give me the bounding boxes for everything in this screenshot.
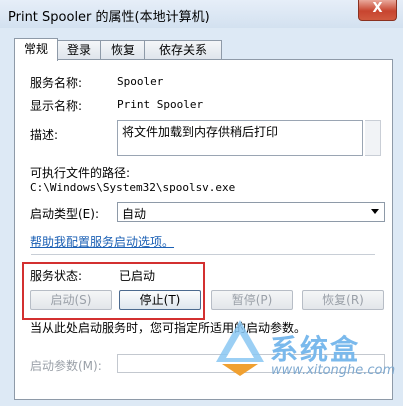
service-status-value: 已启动 <box>119 269 156 283</box>
watermark-name: 系统盒 <box>270 333 361 366</box>
title-bar: Print Spooler 的属性(本地计算机) X <box>0 0 403 28</box>
description-scrollbar[interactable] <box>365 120 381 156</box>
help-config-link[interactable]: 帮助我配置服务启动选项。 <box>30 233 174 250</box>
tab-recovery[interactable]: 恢复 <box>100 40 146 59</box>
startup-type-value: 自动 <box>122 207 147 221</box>
description-field[interactable]: 将文件加载到内存供稍后打印 <box>117 120 363 156</box>
divider <box>31 254 375 255</box>
pause-button[interactable]: 暂停(P) <box>211 290 293 310</box>
display-name-value: Print Spooler <box>117 98 204 111</box>
stop-button[interactable]: 停止(T) <box>119 290 201 310</box>
service-status-label: 服务状态: <box>30 269 83 283</box>
watermark-logo-icon <box>216 320 264 376</box>
chevron-down-icon <box>371 209 379 214</box>
startup-params-label: 启动参数(M): <box>30 359 102 373</box>
close-button[interactable]: X <box>358 0 397 21</box>
tab-logon[interactable]: 登录 <box>56 40 102 59</box>
tab-dependencies[interactable]: 依存关系 <box>144 40 222 59</box>
tab-general[interactable]: 常规 <box>14 38 58 61</box>
start-button[interactable]: 启动(S) <box>30 290 112 310</box>
watermark-url: www.xitonghe.com <box>271 363 396 378</box>
service-name-label: 服务名称: <box>30 76 83 90</box>
startup-type-label: 启动类型(E): <box>30 207 99 221</box>
executable-path-value: C:\Windows\System32\spoolsv.exe <box>30 181 236 194</box>
display-name-label: 显示名称: <box>30 99 83 113</box>
window-title: Print Spooler 的属性(本地计算机) <box>8 10 210 25</box>
resume-button[interactable]: 恢复(R) <box>302 290 384 310</box>
service-name-value: Spooler <box>117 75 164 88</box>
startup-type-select[interactable]: 自动 <box>117 202 385 222</box>
executable-path-label: 可执行文件的路径: <box>30 166 131 180</box>
description-label: 描述: <box>30 128 59 142</box>
